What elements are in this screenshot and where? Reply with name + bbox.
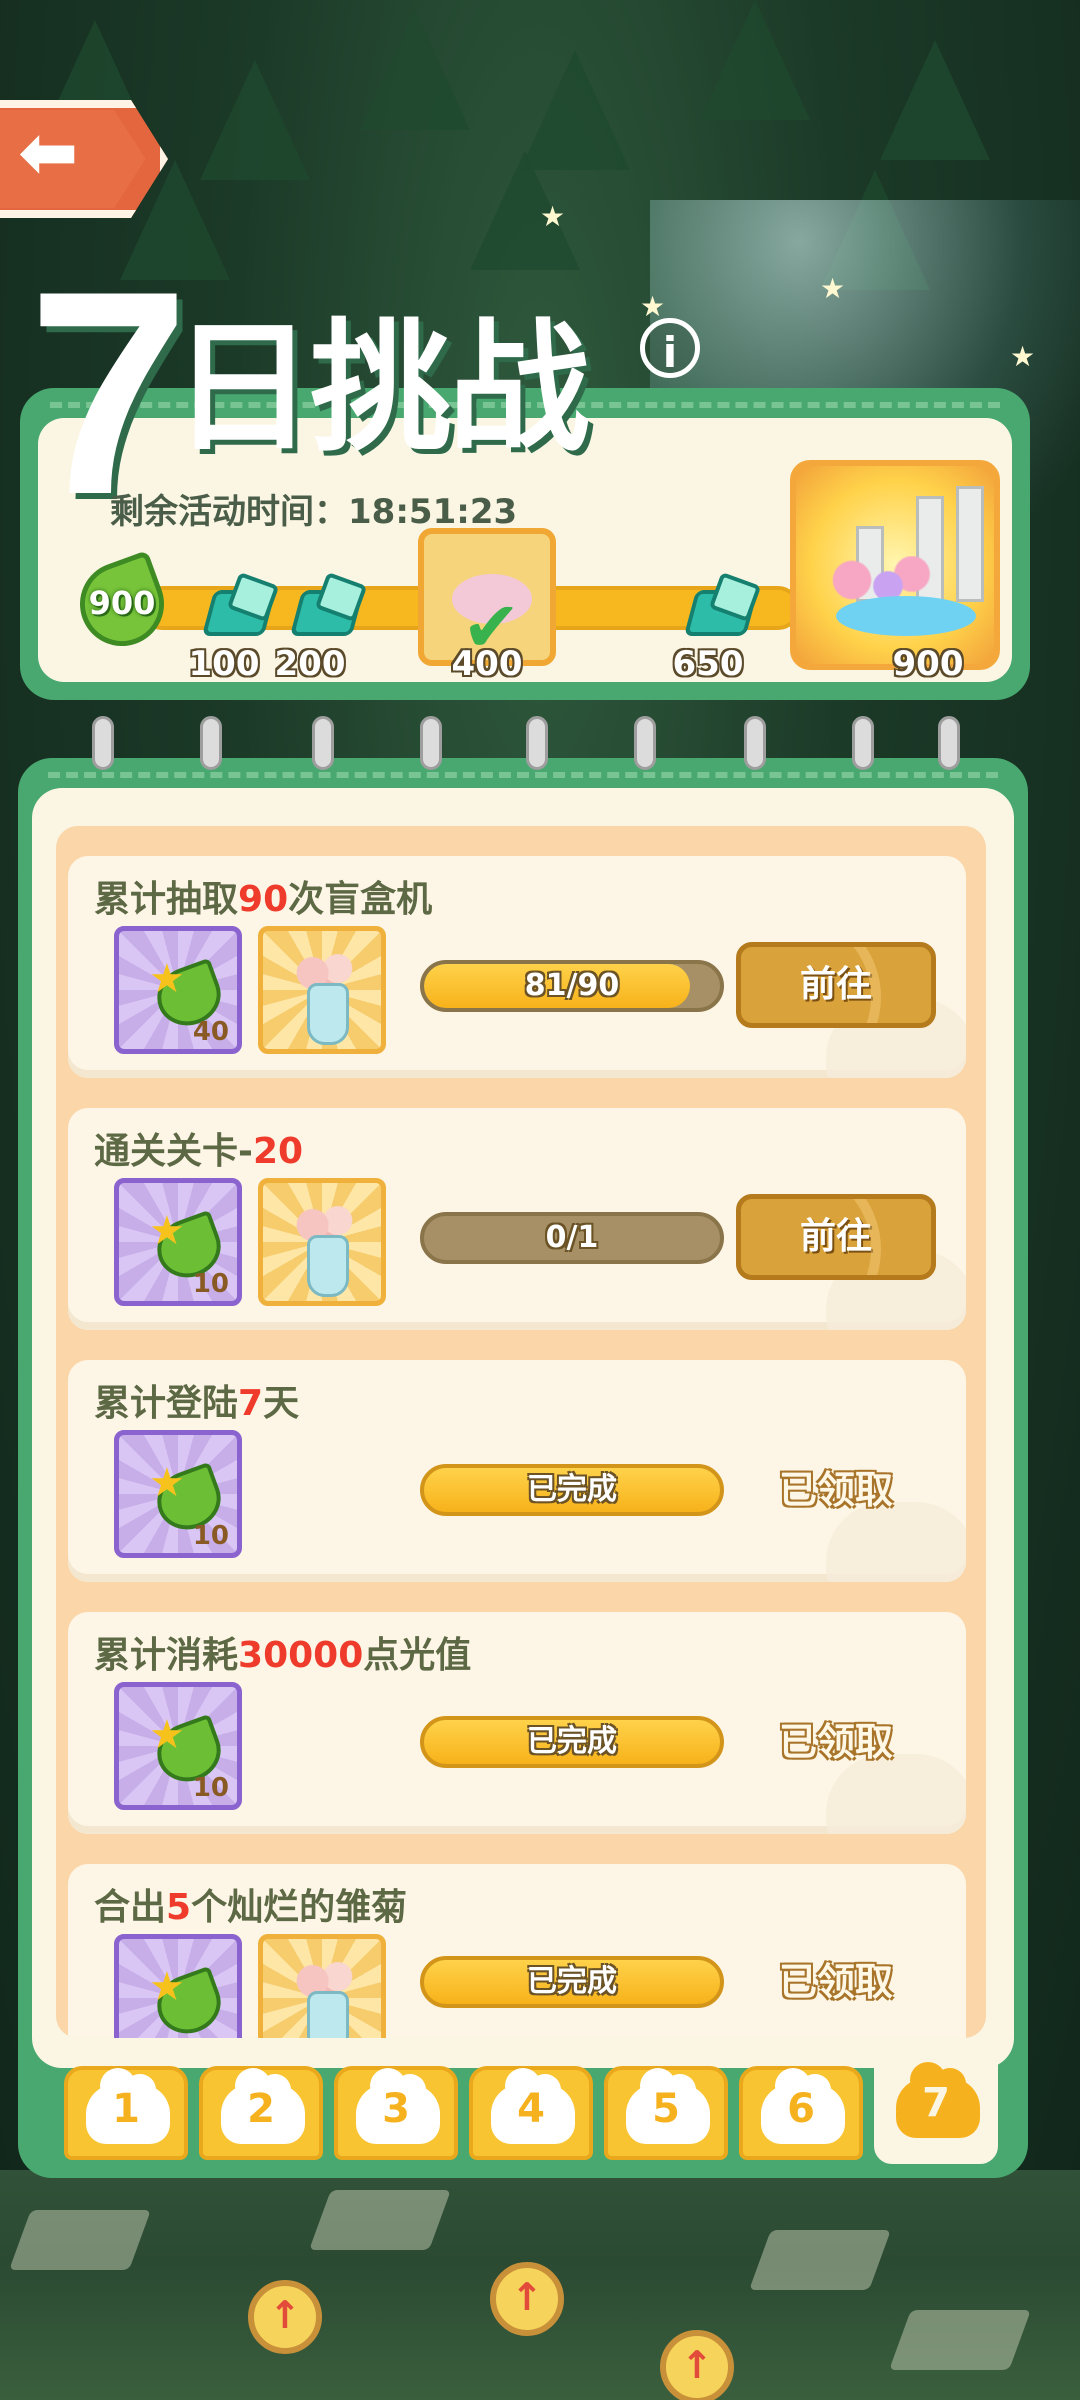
task-progress-bar: 已完成 xyxy=(420,1956,724,2008)
back-button[interactable]: ⬅ xyxy=(0,100,168,218)
gem-reward-icon[interactable] xyxy=(289,571,368,636)
star-icon: ★ xyxy=(540,200,566,233)
town-ground: ↑ ↑ ↑ xyxy=(0,2170,1080,2400)
binder-ring xyxy=(200,716,222,770)
go-button[interactable]: 前往 xyxy=(736,1194,936,1280)
milestone-label: 200 xyxy=(274,644,346,684)
page-title: 日挑战 xyxy=(172,306,590,471)
flower-vase-reward-icon[interactable] xyxy=(258,1934,386,2038)
flower-vase-reward-icon[interactable] xyxy=(258,926,386,1054)
task-card: 累计消耗30000点光值 ★ 10 已完成 已领取 xyxy=(68,1612,966,1834)
task-card: 累计抽取90次盲盒机 ★ 40 81/90 前往 xyxy=(68,856,966,1078)
upgrade-arrow-icon[interactable]: ↑ xyxy=(660,2330,734,2400)
task-title: 累计消耗30000点光值 xyxy=(94,1635,472,1676)
upgrade-arrow-icon[interactable]: ↑ xyxy=(490,2262,564,2336)
star-icon: ★ xyxy=(820,272,846,305)
day-tab-5[interactable]: 5 xyxy=(604,2066,728,2160)
milestone-label: 400 xyxy=(451,644,523,684)
leaf-reward-icon[interactable]: ★ 10 xyxy=(114,1682,242,1810)
task-progress-bar: 已完成 xyxy=(420,1716,724,1768)
leaf-reward-icon[interactable]: ★ 10 xyxy=(114,1430,242,1558)
current-points: 900 xyxy=(88,584,156,622)
go-button[interactable]: 前往 xyxy=(736,942,936,1028)
arrow-left-icon: ⬅ xyxy=(18,110,79,194)
points-badge: 900 xyxy=(68,550,176,658)
task-title: 累计抽取90次盲盒机 xyxy=(94,879,433,920)
day-tab-6[interactable]: 6 xyxy=(739,2066,863,2160)
milestone-reward-900[interactable] xyxy=(790,460,1000,670)
binder-ring xyxy=(938,716,960,770)
info-icon[interactable]: i xyxy=(640,318,700,378)
task-card: 合出5个灿烂的雏菊 ★ 已完成 已领取 xyxy=(68,1864,966,2038)
flower-vase-reward-icon[interactable] xyxy=(258,1178,386,1306)
day-tab-4[interactable]: 4 xyxy=(469,2066,593,2160)
task-title: 合出5个灿烂的雏菊 xyxy=(94,1887,408,1928)
binder-ring xyxy=(92,716,114,770)
task-progress-bar: 81/90 xyxy=(420,960,724,1012)
binder-ring xyxy=(526,716,548,770)
upgrade-arrow-icon[interactable]: ↑ xyxy=(248,2280,322,2354)
day-tab-3[interactable]: 3 xyxy=(334,2066,458,2160)
task-card: 累计登陆7天 ★ 10 已完成 已领取 xyxy=(68,1360,966,1582)
task-title: 累计登陆7天 xyxy=(94,1383,300,1424)
milestone-label: 650 xyxy=(672,644,744,684)
leaf-reward-icon[interactable]: ★ 10 xyxy=(114,1178,242,1306)
day-tab-1[interactable]: 1 xyxy=(64,2066,188,2160)
binder-ring xyxy=(312,716,334,770)
binder-ring xyxy=(852,716,874,770)
leaf-reward-icon[interactable]: ★ 40 xyxy=(114,926,242,1054)
day-tab-2[interactable]: 2 xyxy=(199,2066,323,2160)
binder-ring xyxy=(744,716,766,770)
milestone-label: 900 xyxy=(892,644,964,684)
task-progress-bar: 已完成 xyxy=(420,1464,724,1516)
task-progress-bar: 0/1 xyxy=(420,1212,724,1264)
claimed-status: 已领取 xyxy=(778,1720,893,1764)
claimed-status: 已领取 xyxy=(778,1960,893,2004)
binder-ring xyxy=(420,716,442,770)
task-list[interactable]: 累计抽取90次盲盒机 ★ 40 81/90 前往 通关关卡-20 ★ 10 0/… xyxy=(56,826,986,2038)
day-tab-7[interactable]: 7 xyxy=(874,2060,998,2164)
task-title: 通关关卡-20 xyxy=(94,1131,304,1172)
remaining-time: 剩余活动时间：18:51:23 xyxy=(110,492,518,532)
star-icon: ★ xyxy=(1010,340,1036,373)
gem-reward-icon[interactable] xyxy=(201,571,280,636)
claimed-status: 已领取 xyxy=(778,1468,893,1512)
gem-reward-icon[interactable] xyxy=(683,571,762,636)
binder-ring xyxy=(634,716,656,770)
leaf-reward-icon[interactable]: ★ xyxy=(114,1934,242,2038)
milestone-label: 100 xyxy=(188,644,260,684)
task-card: 通关关卡-20 ★ 10 0/1 前往 xyxy=(68,1108,966,1330)
